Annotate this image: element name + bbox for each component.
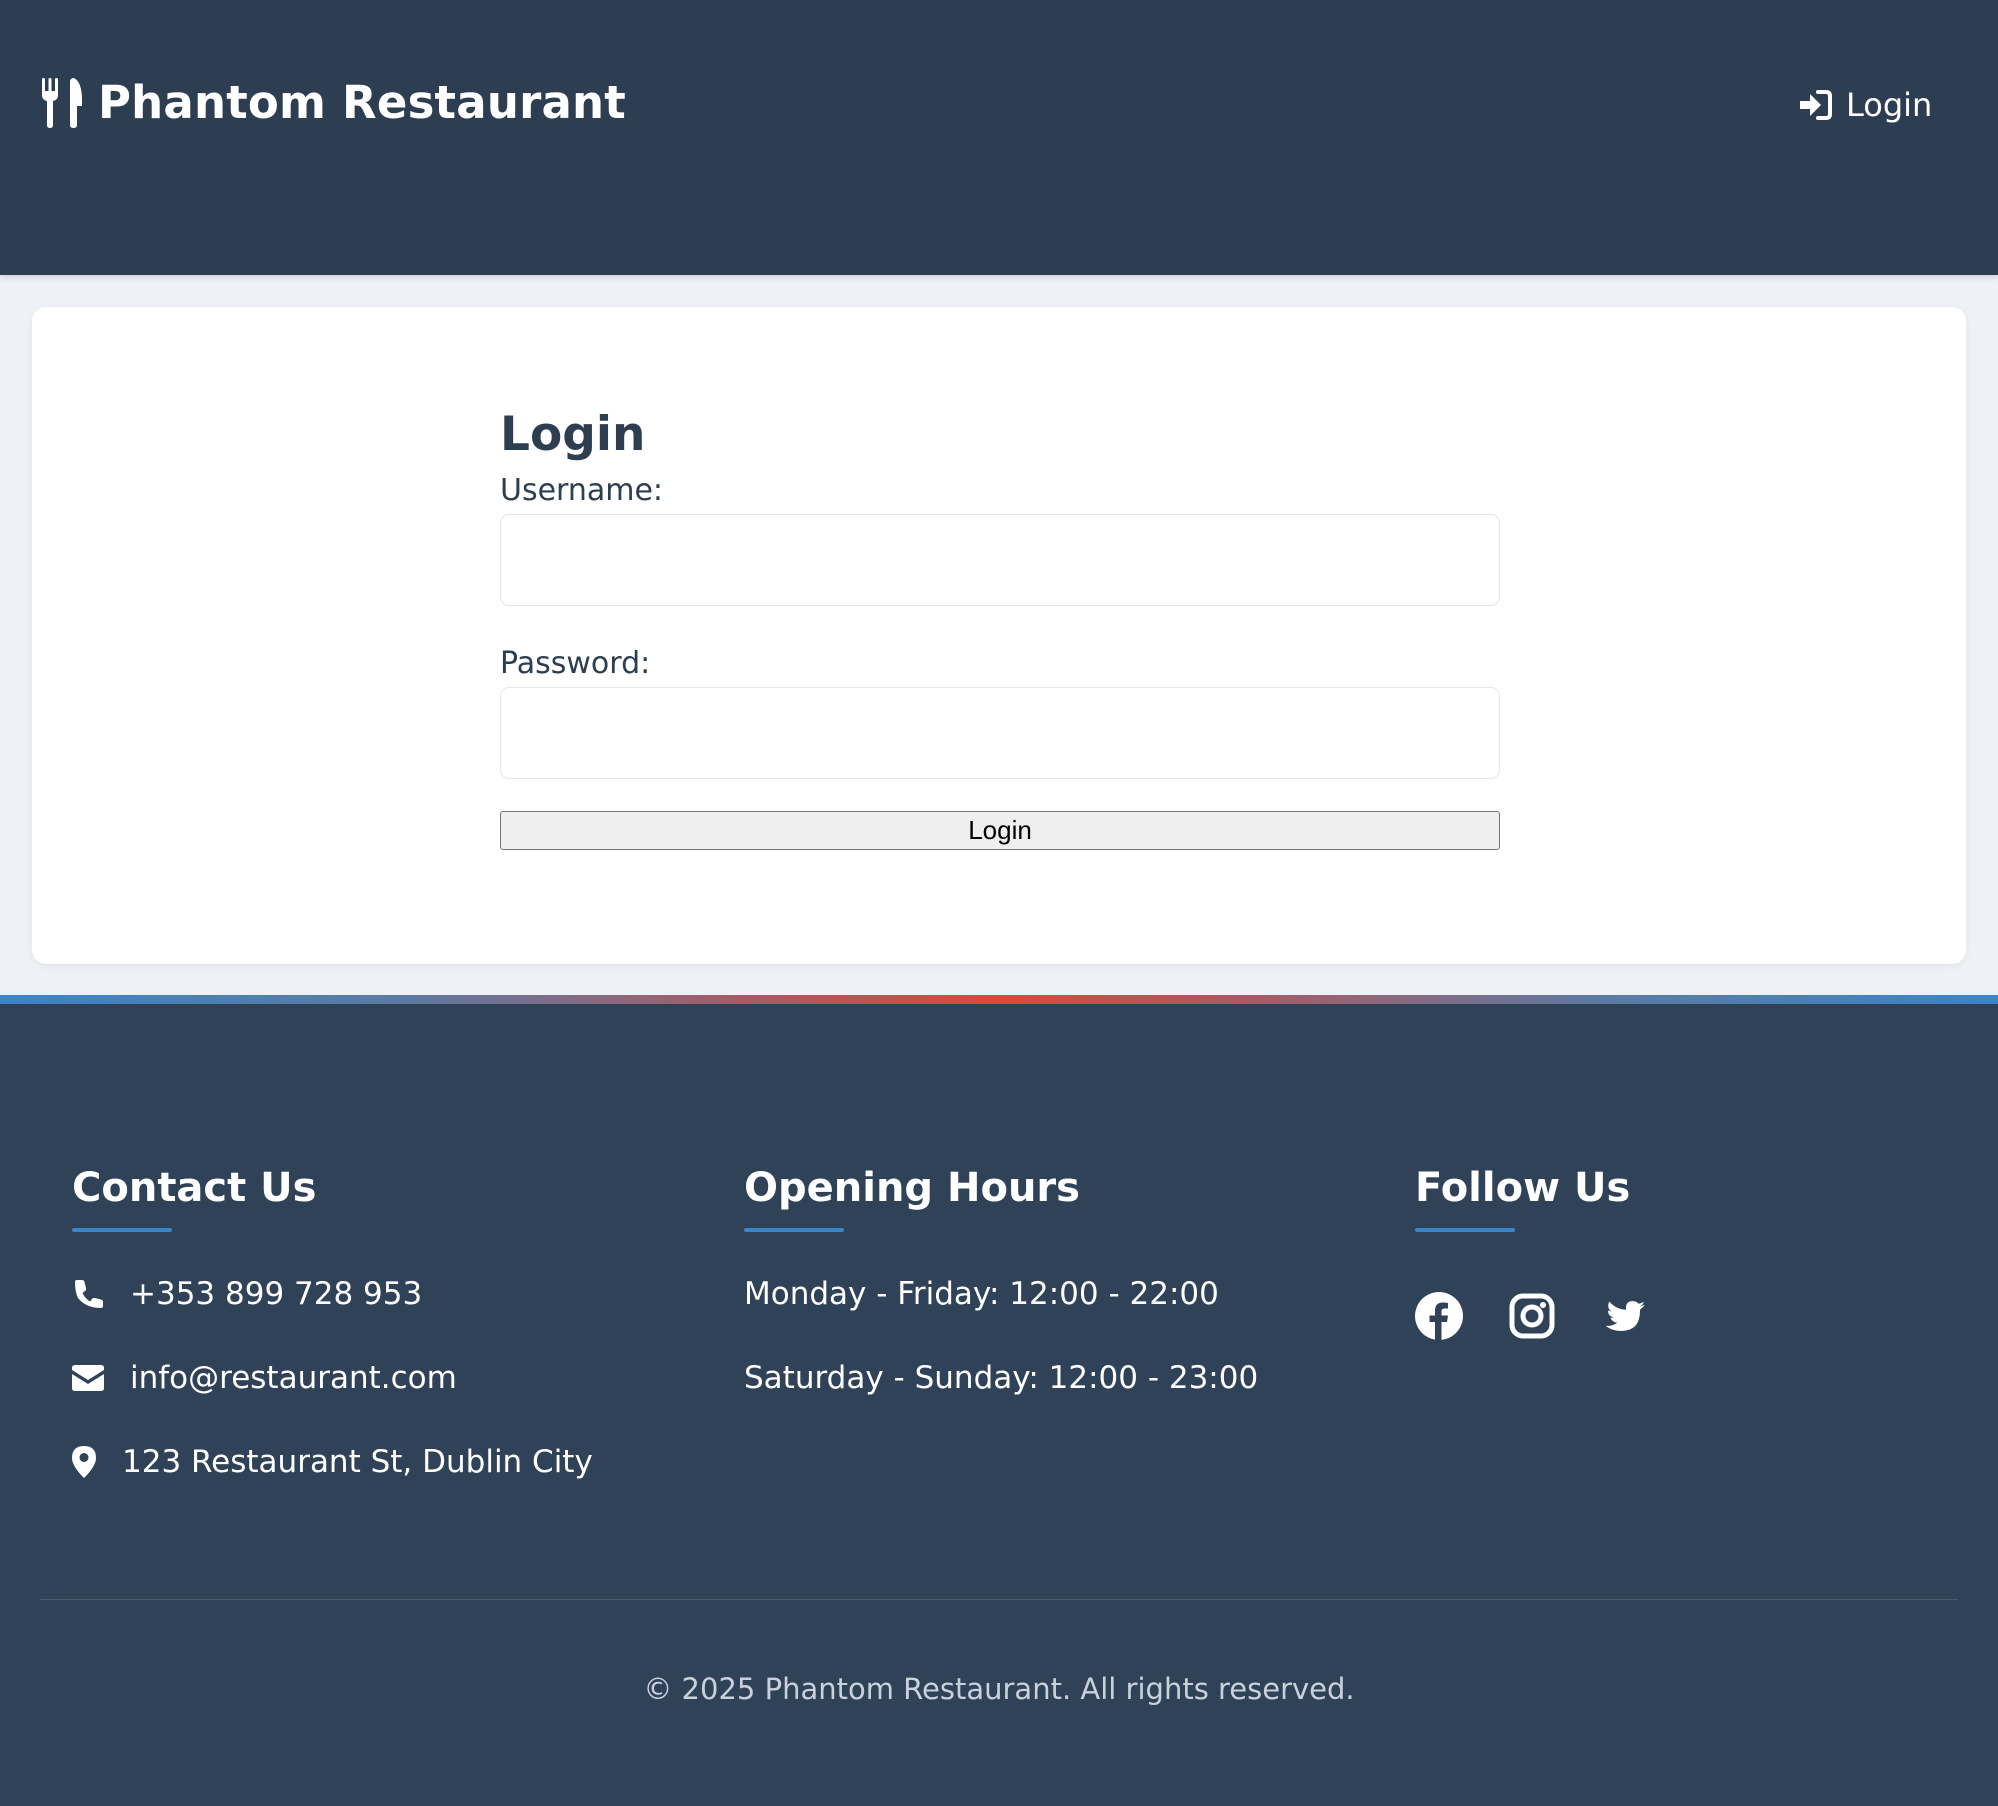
hours-list: Monday - Friday: 12:00 - 22:00 Saturday … [744,1274,1258,1398]
contact-email-text: info@restaurant.com [130,1360,457,1396]
site-footer: Contact Us +353 899 728 953 info@restaur… [0,1004,1998,1806]
contact-section: Contact Us +353 899 728 953 info@restaur… [72,1164,593,1526]
login-card: Login Username: Password: Login [32,307,1966,964]
site-header: Phantom Restaurant Login [0,0,1998,275]
nav-login-label: Login [1846,86,1933,124]
follow-us-heading: Follow Us [1415,1165,1631,1211]
footer-divider [40,1599,1958,1600]
social-links [1415,1292,1694,1340]
utensils-icon [42,77,82,128]
heading-underline [1415,1228,1515,1232]
heading-underline [744,1228,844,1232]
contact-heading: Contact Us [72,1165,317,1211]
map-marker-icon [72,1446,96,1478]
nav-login-link[interactable]: Login [1798,86,1932,124]
facebook-icon[interactable] [1415,1292,1463,1340]
hours-weekend: Saturday - Sunday: 12:00 - 23:00 [744,1360,1259,1396]
opening-hours-section: Opening Hours Monday - Friday: 12:00 - 2… [744,1164,1258,1442]
brand-name: Phantom Restaurant [98,76,626,129]
phone-icon [75,1280,103,1308]
username-label: Username: [500,473,664,509]
contact-address: 123 Restaurant St, Dublin City [72,1442,593,1482]
envelope-icon [72,1365,104,1391]
password-input[interactable] [500,687,1500,780]
password-label: Password: [500,646,651,682]
follow-us-section: Follow Us [1415,1164,1694,1340]
username-input[interactable] [500,514,1500,607]
footer-gradient-divider [0,995,1998,1004]
contact-phone-text: +353 899 728 953 [130,1276,423,1312]
login-title: Login [500,407,646,462]
hours-weekdays: Monday - Friday: 12:00 - 22:00 [744,1276,1219,1312]
opening-hours-heading: Opening Hours [744,1165,1080,1211]
login-submit-button[interactable]: Login [500,811,1500,851]
contact-email[interactable]: info@restaurant.com [72,1358,593,1398]
brand-logo[interactable]: Phantom Restaurant [40,76,626,129]
twitter-icon[interactable] [1601,1292,1649,1340]
sign-in-icon [1800,90,1832,120]
contact-address-text: 123 Restaurant St, Dublin City [122,1444,593,1480]
instagram-icon[interactable] [1508,1292,1556,1340]
heading-underline [72,1228,172,1232]
contact-list: +353 899 728 953 info@restaurant.com 123… [72,1274,593,1482]
copyright-text: © 2025 Phantom Restaurant. All rights re… [643,1672,1355,1706]
contact-phone[interactable]: +353 899 728 953 [72,1274,593,1314]
login-form: Login Username: Password: Login [500,407,1500,851]
